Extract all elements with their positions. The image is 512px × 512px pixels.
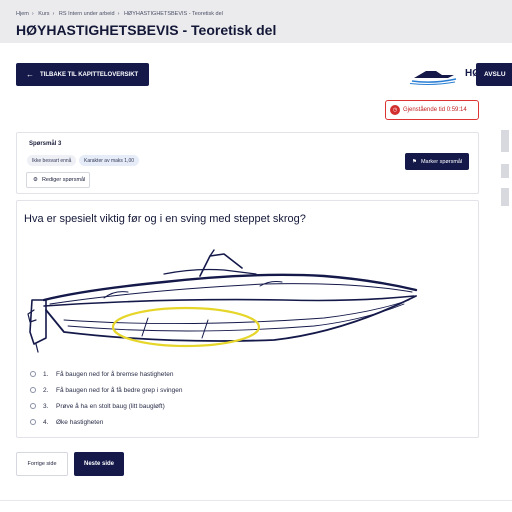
- answer-option[interactable]: 2. Få baugen ned for å få bedre grep i s…: [30, 384, 182, 396]
- back-to-chapters-button[interactable]: ← TILBAKE TIL KAPITTELOVERSIKT: [16, 63, 149, 86]
- option-text: Øke hastigheten: [56, 418, 104, 426]
- radio-button[interactable]: [30, 403, 36, 409]
- breadcrumb-current: HØYHASTIGHETSBEVIS - Teoretisk del: [123, 11, 223, 17]
- option-number: 1.: [43, 370, 49, 378]
- breadcrumb-home[interactable]: Hjem: [16, 11, 29, 17]
- option-number: 4.: [43, 418, 49, 426]
- breadcrumb-separator: ›: [52, 11, 55, 17]
- timer-label: Gjenstående tid 0:59:14: [403, 107, 467, 113]
- speedboat-logo-icon: [409, 71, 457, 85]
- radio-button[interactable]: [30, 371, 36, 377]
- max-points-badge: Karakter av maks 1,00: [79, 155, 140, 166]
- answer-option[interactable]: 3. Prøve å ha en stolt baug (litt bauglø…: [30, 400, 165, 412]
- back-button-label: TILBAKE TIL KAPITTELOVERSIKT: [40, 71, 139, 78]
- answer-status-badge: Ikke besvart ennå: [27, 155, 77, 166]
- edit-question-button[interactable]: ⚙ Rediger spørsmål: [26, 172, 90, 188]
- footer-divider: [0, 500, 512, 501]
- answer-option[interactable]: 1. Få baugen ned for å bremse hastighete…: [30, 368, 173, 380]
- answer-option[interactable]: 4. Øke hastigheten: [30, 416, 103, 428]
- clock-icon: ◷: [390, 105, 400, 115]
- radio-button[interactable]: [30, 387, 36, 393]
- option-text: Prøve å ha en stolt baug (litt baugløft): [56, 402, 165, 410]
- breadcrumb-separator: ›: [31, 11, 34, 17]
- option-number: 2.: [43, 386, 49, 394]
- gear-icon: ⚙: [33, 177, 38, 183]
- edit-button-label: Rediger spørsmål: [41, 177, 86, 183]
- previous-page-button[interactable]: Forrige side: [16, 452, 68, 476]
- question-info-card: Spørsmål 3 Ikke besvart ennå Karakter av…: [16, 132, 479, 194]
- flag-button-label: Marker spørsmål: [420, 158, 463, 165]
- flag-icon: ⚑: [412, 158, 417, 165]
- breadcrumb-separator: ›: [117, 11, 120, 17]
- option-text: Få baugen ned for å få bedre grep i svin…: [56, 386, 183, 394]
- radio-button[interactable]: [30, 419, 36, 425]
- finish-attempt-button[interactable]: AVSLU: [476, 63, 512, 86]
- breadcrumb-courses[interactable]: Kurs: [38, 11, 49, 17]
- breadcrumb: Hjem › Kurs › RS Intern under arbeid › HØYH…: [16, 11, 226, 17]
- side-panel-edge: [497, 130, 512, 220]
- question-text: Hva er spesielt viktig før og i en sving…: [24, 213, 306, 225]
- next-page-button[interactable]: Neste side: [74, 452, 124, 476]
- option-number: 3.: [43, 402, 49, 410]
- time-remaining: ◷ Gjenstående tid 0:59:14: [385, 100, 479, 120]
- flag-question-button[interactable]: ⚑ Marker spørsmål: [405, 153, 469, 170]
- question-number: Spørsmål 3: [29, 141, 62, 147]
- option-text: Få baugen ned for å bremse hastigheten: [56, 370, 174, 378]
- page-title: HØYHASTIGHETSBEVIS - Teoretisk del: [16, 22, 277, 38]
- breadcrumb-course[interactable]: RS Intern under arbeid: [59, 11, 115, 17]
- arrow-left-icon: ←: [26, 70, 34, 79]
- speedboat-illustration: [27, 249, 418, 353]
